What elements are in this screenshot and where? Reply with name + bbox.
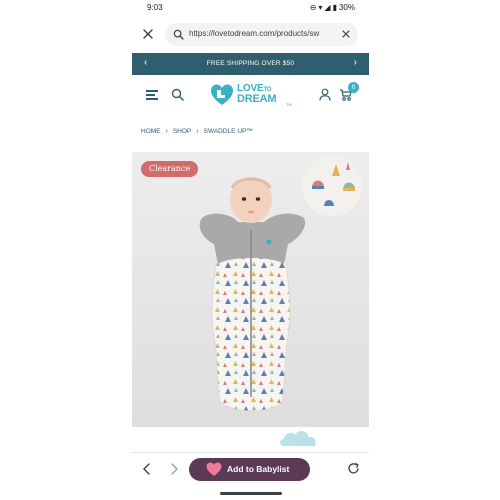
banner-text: FREE SHIPPING OVER $50 <box>206 60 295 67</box>
heart-icon <box>206 462 222 476</box>
status-bar: 9:03 ⊖ ▾ ◢ ▮ 30% <box>132 0 369 18</box>
do-not-disturb-icon: ⊖ <box>309 2 317 12</box>
battery-percent: 30% <box>338 3 355 12</box>
cart-count-badge: 0 <box>348 82 359 93</box>
chevron-right-icon[interactable]: › <box>354 58 357 68</box>
babylist-label: Add to Babylist <box>227 464 290 474</box>
logo-text-bottom: DREAM <box>237 93 277 105</box>
clear-url-icon[interactable] <box>341 29 351 39</box>
chevron-right-icon: › <box>196 128 199 135</box>
cloud-icon <box>280 431 316 446</box>
breadcrumb-current[interactable]: SWADDLE UP™ <box>204 128 253 135</box>
brand-logo[interactable]: LOVETO DREAM TM <box>210 82 294 110</box>
status-time: 9:03 <box>147 3 163 12</box>
heart-logo-icon <box>211 84 233 105</box>
promo-banner: ‹ FREE SHIPPING OVER $50 › <box>132 53 369 75</box>
breadcrumb-shop[interactable]: SHOP <box>173 128 191 135</box>
product-image[interactable]: Clearance <box>132 152 369 427</box>
search-icon <box>173 29 184 40</box>
clearance-badge: Clearance <box>141 161 199 177</box>
forward-arrow-icon[interactable] <box>169 463 179 475</box>
gesture-bar[interactable] <box>220 492 282 495</box>
menu-icon[interactable] <box>146 90 158 100</box>
breadcrumb-home[interactable]: HOME <box>141 128 161 135</box>
address-bar[interactable]: https://lovetodream.com/products/sw <box>165 23 358 46</box>
add-to-babylist-button[interactable]: Add to Babylist <box>189 458 310 481</box>
back-arrow-icon[interactable] <box>142 463 152 475</box>
search-icon[interactable] <box>171 88 184 101</box>
reload-icon[interactable] <box>347 462 360 475</box>
browser-toolbar: https://lovetodream.com/products/sw <box>132 22 369 48</box>
site-header: LOVETO DREAM TM 0 <box>132 78 369 114</box>
phone-screen: 9:03 ⊖ ▾ ◢ ▮ 30% https://lovetodream.com… <box>132 0 369 500</box>
status-icons: ⊖ ▾ ◢ ▮ 30% <box>310 3 355 12</box>
account-icon[interactable] <box>319 88 331 101</box>
breadcrumb: HOME › SHOP › SWADDLE UP™ <box>141 128 253 135</box>
close-icon[interactable] <box>142 28 154 40</box>
chevron-right-icon: › <box>165 128 168 135</box>
bottom-toolbar: Add to Babylist <box>132 452 369 486</box>
pattern-swatch-image <box>302 156 362 216</box>
pattern-swatch[interactable] <box>302 156 362 216</box>
signal-icon: ◢ <box>324 2 331 12</box>
wifi-icon: ▾ <box>318 2 323 12</box>
battery-icon: ▮ <box>332 2 337 12</box>
url-text[interactable]: https://lovetodream.com/products/sw <box>189 29 335 38</box>
logo-trademark: TM <box>286 102 292 107</box>
